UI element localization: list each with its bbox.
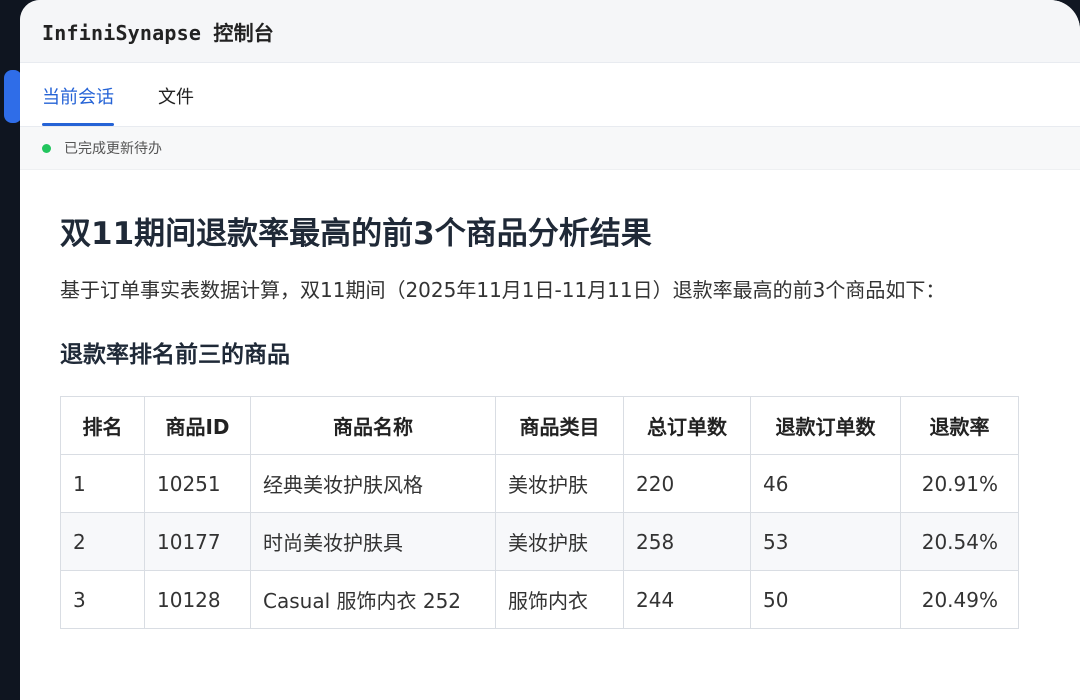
app-window: InfiniSynapse 控制台 当前会话 文件 已完成更新待办 双11期间退… [0,0,1080,700]
section-title: 退款率排名前三的商品 [60,342,290,368]
header-total-orders: 总订单数 [623,396,751,455]
refund-orders-cell: 46 [750,454,901,513]
product-name-cell: Casual 服饰内衣 252 [250,570,496,629]
category-cell: 美妆护肤 [495,512,624,571]
status-bar: 已完成更新待办 [20,127,1080,170]
refund-orders-cell: 53 [750,512,901,571]
refund-rate-cell: 20.91% [900,454,1019,513]
tab-current-session[interactable]: 当前会话 [42,83,114,126]
header-refund-orders: 退款订单数 [750,396,901,455]
product-name-cell: 经典美妆护肤风格 [250,454,496,513]
table-row: 3 10128 Casual 服饰内衣 252 服饰内衣 244 50 20.4… [60,570,1019,629]
refund-rate-cell: 20.54% [900,512,1019,571]
total-orders-cell: 244 [623,570,751,629]
status-text: 已完成更新待办 [64,141,162,157]
table-row: 2 10177 时尚美妆护肤具 美妆护肤 258 53 20.54% [60,512,1019,571]
app-title: InfiniSynapse 控制台 [42,20,274,45]
refund-orders-cell: 50 [750,570,901,629]
message-content: 双11期间退款率最高的前3个商品分析结果 基于订单事实表数据计算，双11期间（2… [20,170,1080,629]
refund-rate-table: 排名 商品ID 商品名称 商品类目 总订单数 退款订单数 退款率 1 10251… [60,396,1019,629]
header-refund-rate: 退款率 [900,396,1019,455]
total-orders-cell: 258 [623,512,751,571]
total-orders-cell: 220 [623,454,751,513]
app-header: InfiniSynapse 控制台 [20,0,1080,63]
product-name-cell: 时尚美妆护肤具 [250,512,496,571]
table-row: 1 10251 经典美妆护肤风格 美妆护肤 220 46 20.91% [60,454,1019,513]
rank-cell: 2 [60,512,145,571]
refund-rate-cell: 20.49% [900,570,1019,629]
rank-cell: 3 [60,570,145,629]
rank-cell: 1 [60,454,145,513]
table-header-row: 排名 商品ID 商品名称 商品类目 总订单数 退款订单数 退款率 [60,396,1019,455]
table-header: 排名 商品ID 商品名称 商品类目 总订单数 退款订单数 退款率 [60,396,1019,455]
analysis-intro: 基于订单事实表数据计算，双11期间（2025年11月1日-11月11日）退款率最… [60,278,946,302]
console-panel: InfiniSynapse 控制台 当前会话 文件 已完成更新待办 双11期间退… [20,0,1080,700]
header-category: 商品类目 [495,396,624,455]
status-success-icon [42,143,51,153]
category-cell: 服饰内衣 [495,570,624,629]
category-cell: 美妆护肤 [495,454,624,513]
product-id-cell: 10177 [144,512,251,571]
product-id-cell: 10251 [144,454,251,513]
header-rank: 排名 [60,396,145,455]
header-product-name: 商品名称 [250,396,496,455]
page-title: 双11期间退款率最高的前3个商品分析结果 [60,216,652,252]
tab-bar: 当前会话 文件 [20,63,1080,127]
product-id-cell: 10128 [144,570,251,629]
header-product-id: 商品ID [144,396,251,455]
table-body: 1 10251 经典美妆护肤风格 美妆护肤 220 46 20.91% 2 10… [60,454,1019,629]
tab-files[interactable]: 文件 [158,83,194,126]
